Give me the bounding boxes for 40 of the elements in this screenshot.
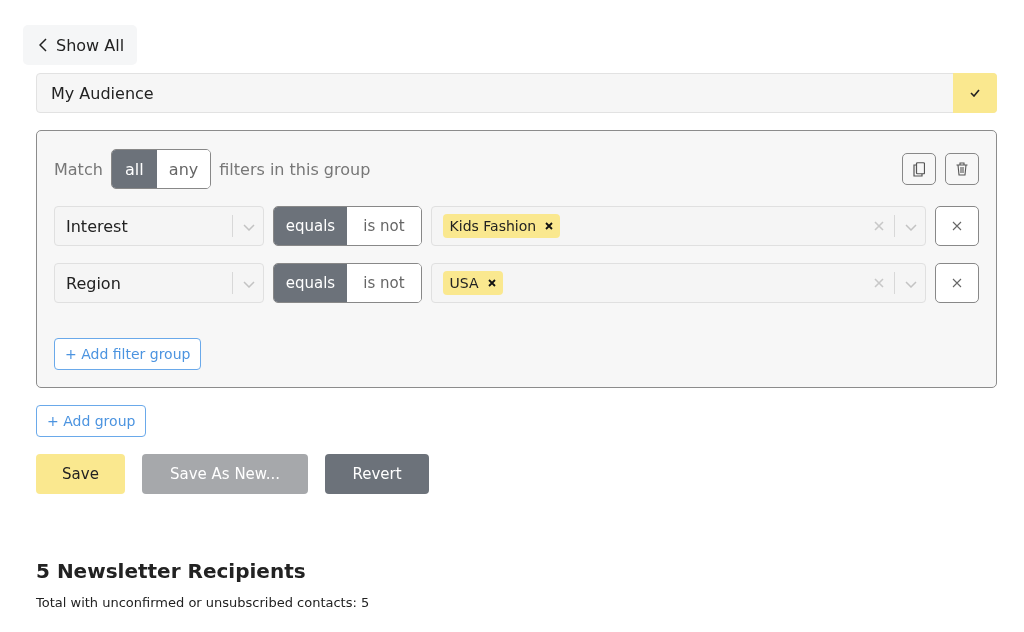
close-icon: [545, 222, 554, 230]
action-button[interactable]: Revert: [325, 454, 429, 494]
chevron-down-icon: [905, 278, 918, 288]
match-suffix-text: filters in this group: [219, 159, 371, 179]
field-select[interactable]: Interest: [54, 206, 264, 246]
back-button[interactable]: Show All: [23, 25, 138, 65]
field-select[interactable]: Region: [54, 263, 264, 303]
value-tag[interactable]: USA: [442, 271, 503, 295]
match-label: Match: [54, 159, 103, 179]
add-group-button[interactable]: + Add group: [36, 405, 147, 437]
chevron-left-icon: [39, 38, 47, 52]
chevron-down-icon: [242, 278, 255, 288]
toggle-option[interactable]: equals: [273, 207, 348, 245]
clear-icon: [874, 278, 885, 288]
value-select[interactable]: USA: [430, 263, 927, 303]
results-heading: 5 Newsletter Recipients: [36, 559, 306, 583]
remove-filter-button[interactable]: [935, 263, 979, 303]
check-icon: [970, 89, 980, 97]
close-icon: [487, 279, 496, 287]
toggle-option[interactable]: any: [156, 150, 211, 188]
chevron-down-icon: [905, 221, 918, 231]
remove-filter-button[interactable]: [935, 206, 979, 246]
delete-button[interactable]: [945, 153, 979, 185]
toggle-option[interactable]: is not: [347, 207, 421, 245]
toggle-option[interactable]: all: [111, 150, 157, 188]
audience-select[interactable]: My Audience: [36, 73, 997, 113]
toggle-option[interactable]: is not: [347, 264, 421, 302]
close-icon: [952, 221, 962, 231]
action-button[interactable]: Save: [36, 454, 125, 494]
value-select[interactable]: Kids Fashion: [430, 206, 927, 246]
trash-icon: [956, 162, 968, 176]
results-note: Total with unconfirmed or unsubscribed contacts: 5: [36, 595, 370, 610]
clear-icon: [874, 221, 885, 231]
chevron-down-icon: [242, 221, 255, 231]
toggle-option[interactable]: equals: [273, 264, 348, 302]
close-icon: [952, 278, 962, 288]
copy-button[interactable]: [902, 153, 936, 185]
value-tag[interactable]: Kids Fashion: [442, 214, 561, 238]
add-filter-group-button[interactable]: + Add filter group: [54, 338, 202, 370]
copy-icon: [913, 161, 925, 177]
